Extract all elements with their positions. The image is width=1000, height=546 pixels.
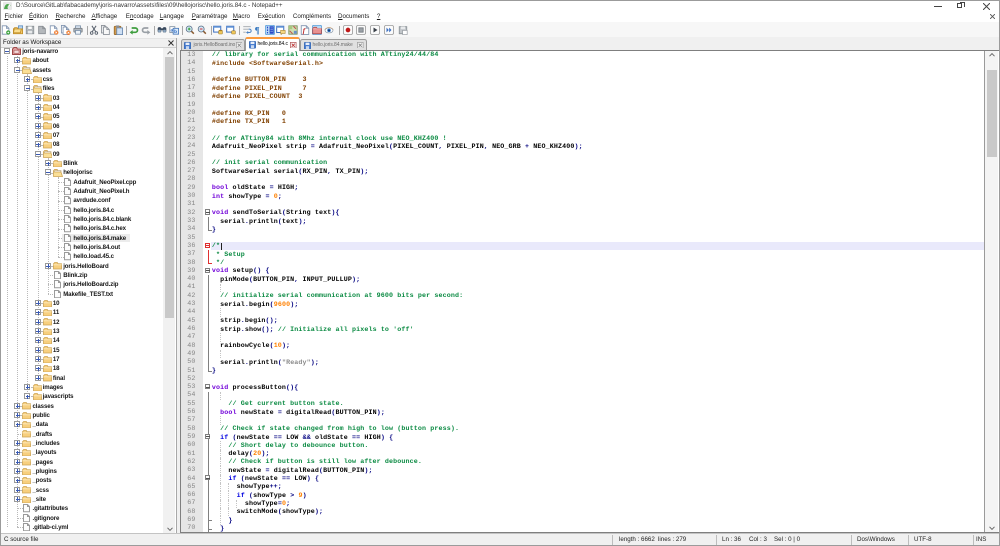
svg-text:¶: ¶: [255, 25, 260, 35]
svg-text:b: b: [174, 29, 177, 34]
